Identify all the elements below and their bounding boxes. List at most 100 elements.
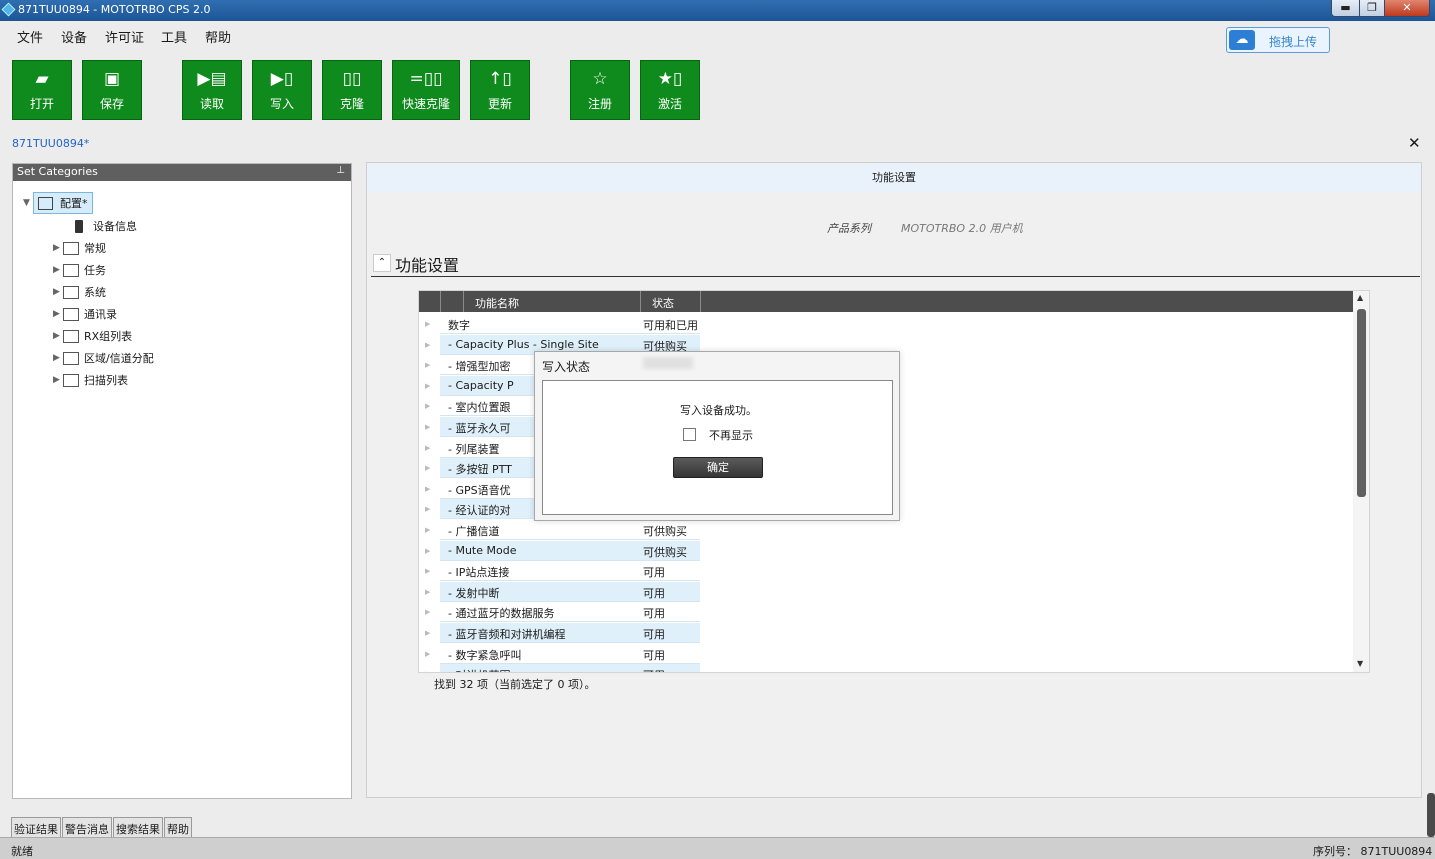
- tree-item-system[interactable]: ▶ 系统: [53, 284, 106, 300]
- row-header-arrow-icon[interactable]: ▶: [419, 623, 440, 643]
- expand-arrow-icon[interactable]: ▶: [53, 331, 63, 341]
- side-scroll-grip[interactable]: [1427, 793, 1435, 837]
- folder-icon: [63, 241, 79, 255]
- tree-item-contacts[interactable]: ▶ 通讯录: [53, 306, 117, 322]
- tab-validation-results[interactable]: 验证结果: [11, 817, 61, 837]
- upload-label: 拖拽上传: [1269, 35, 1318, 49]
- row-header-arrow-icon[interactable]: ▶: [419, 561, 440, 581]
- expand-arrow-icon[interactable]: ▶: [53, 309, 63, 319]
- status-cell: 可用: [640, 664, 700, 672]
- write-label: 写入: [269, 97, 294, 111]
- table-row[interactable]: ▶ - 数字紧急呼叫 可用: [419, 644, 701, 664]
- open-button[interactable]: ▰ 打开: [12, 60, 72, 120]
- expand-arrow-icon[interactable]: ▶: [53, 353, 63, 363]
- ok-button[interactable]: 确定: [673, 457, 763, 478]
- tree-item-task[interactable]: ▶ 任务: [53, 262, 106, 278]
- table-row[interactable]: ▶ - 通过蓝牙的数据服务 可用: [419, 602, 701, 623]
- dialog-title: 写入状态: [542, 360, 591, 374]
- expand-arrow-icon[interactable]: ▶: [53, 243, 63, 253]
- row-header-arrow-icon[interactable]: ▶: [419, 438, 440, 458]
- row-header-arrow-icon[interactable]: ▶: [419, 335, 440, 355]
- register-button[interactable]: ☆ 注册: [570, 60, 630, 120]
- close-document-icon[interactable]: ✕: [1408, 134, 1421, 152]
- status-cell: 可供购买: [640, 520, 700, 540]
- grid-header: 功能名称 状态: [419, 291, 1353, 312]
- write-button[interactable]: ▶▯ 写入: [252, 60, 312, 120]
- tree-root[interactable]: ▼ 配置*: [23, 192, 93, 214]
- expand-arrow-icon[interactable]: ▶: [53, 375, 63, 385]
- row-header-arrow-icon[interactable]: ▶: [419, 541, 440, 561]
- cloud-icon: ☁: [1229, 30, 1255, 50]
- menu-help[interactable]: 帮助: [205, 27, 231, 46]
- status-cell: 可供购买: [640, 540, 700, 561]
- table-row[interactable]: ▶ - IP站点连接 可用: [419, 561, 701, 582]
- close-window-button[interactable]: ✕: [1384, 0, 1430, 17]
- table-row[interactable]: ▶ - 蓝牙音频和对讲机编程 可用: [419, 623, 701, 643]
- tree-item-zone-channel[interactable]: ▶ 区域/信道分配: [53, 350, 154, 366]
- expand-arrow-icon[interactable]: ▶: [53, 265, 63, 275]
- expand-arrow-icon[interactable]: ▶: [53, 287, 63, 297]
- menu-tools[interactable]: 工具: [161, 27, 187, 46]
- activate-button[interactable]: ★▯ 激活: [640, 60, 700, 120]
- drag-upload-button[interactable]: ☁ 拖拽上传: [1226, 27, 1330, 53]
- collapse-arrow-icon[interactable]: ▼: [23, 198, 33, 208]
- scroll-down-icon[interactable]: ▼: [1357, 659, 1363, 668]
- menu-file[interactable]: 文件: [17, 27, 43, 46]
- dont-show-again-checkbox[interactable]: [683, 428, 696, 441]
- clone-button[interactable]: ▯▯ 克隆: [322, 60, 382, 120]
- tab-help[interactable]: 帮助: [164, 817, 192, 837]
- table-row[interactable]: ▶ - 发射中断 可用: [419, 581, 701, 602]
- table-row[interactable]: ▶ 数字 可用和已用: [419, 314, 701, 334]
- tab-search-results[interactable]: 搜索结果: [113, 817, 163, 837]
- tab-warnings[interactable]: 警告消息: [62, 817, 112, 837]
- table-row[interactable]: ▶ - 广播信道 可供购买: [419, 520, 701, 540]
- row-header-arrow-icon[interactable]: ▶: [419, 499, 440, 519]
- grid-scrollbar[interactable]: ▲ ▼: [1353, 291, 1369, 672]
- quick-clone-button[interactable]: =▯▯ 快速克隆: [392, 60, 460, 120]
- save-button[interactable]: ▣ 保存: [82, 60, 142, 120]
- feature-name-cell: - 发射中断: [440, 581, 640, 602]
- row-header-arrow-icon[interactable]: ▶: [419, 644, 440, 664]
- dont-show-again-label[interactable]: 不再显示: [709, 427, 753, 443]
- tree-item-rx-group[interactable]: ▶ RX组列表: [53, 328, 132, 344]
- row-header-arrow-icon[interactable]: ▶: [419, 417, 440, 437]
- row-header-arrow-icon[interactable]: ▶: [419, 479, 440, 499]
- document-tab[interactable]: 871TUU0894*: [12, 137, 89, 150]
- read-label: 读取: [199, 97, 224, 111]
- row-header-arrow-icon[interactable]: ▶: [419, 664, 440, 672]
- row-header-arrow-icon[interactable]: ▶: [419, 458, 440, 478]
- row-header-arrow-icon[interactable]: ▶: [419, 520, 440, 540]
- row-header-arrow-icon[interactable]: ▶: [419, 582, 440, 602]
- row-header-arrow-icon[interactable]: ▶: [419, 355, 440, 375]
- table-row[interactable]: ▶ - Mute Mode 可供购买: [419, 540, 701, 561]
- tree-item-label: 系统: [84, 286, 106, 299]
- tree-item-device-info[interactable]: 设备信息: [75, 218, 137, 234]
- menu-license[interactable]: 许可证: [105, 27, 144, 46]
- scroll-up-icon[interactable]: ▲: [1357, 293, 1363, 302]
- table-row[interactable]: ▶- 对讲机范围可用: [419, 664, 701, 672]
- feature-name-cell: - 对讲机范围: [440, 664, 640, 672]
- scroll-thumb[interactable]: [1357, 309, 1366, 497]
- tree-root-label: 配置*: [60, 197, 88, 210]
- tree-item-general[interactable]: ▶ 常规: [53, 240, 106, 256]
- maximize-button[interactable]: ❐: [1359, 0, 1385, 17]
- update-button[interactable]: ↑▯ 更新: [470, 60, 530, 120]
- collapse-section-icon[interactable]: ⌃: [373, 254, 391, 272]
- minimize-button[interactable]: ▬: [1331, 0, 1360, 17]
- row-header-arrow-icon[interactable]: ▶: [419, 376, 440, 396]
- product-line-value: MOTOTRBO 2.0 用户机: [901, 222, 1023, 235]
- row-header-arrow-icon[interactable]: ▶: [419, 396, 440, 416]
- pin-icon[interactable]: ⊥: [336, 165, 345, 176]
- activate-label: 激活: [657, 97, 682, 111]
- column-header-status[interactable]: 状态: [652, 295, 674, 311]
- tree-item-scan-list[interactable]: ▶ 扫描列表: [53, 372, 128, 388]
- tree-root-selected[interactable]: 配置*: [33, 192, 93, 214]
- read-button[interactable]: ▶▤ 读取: [182, 60, 242, 120]
- row-header-arrow-icon[interactable]: ▶: [419, 602, 440, 622]
- menu-device[interactable]: 设备: [61, 27, 87, 46]
- grid-footer-count: 找到 32 项（当前选定了 0 项）。: [434, 678, 596, 691]
- folder-icon: [63, 329, 79, 343]
- row-header-arrow-icon[interactable]: ▶: [419, 314, 440, 334]
- column-header-feature[interactable]: 功能名称: [475, 295, 519, 311]
- title-bar: 871TUU0894 - MOTOTRBO CPS 2.0 ▬ ❐ ✕: [0, 0, 1435, 21]
